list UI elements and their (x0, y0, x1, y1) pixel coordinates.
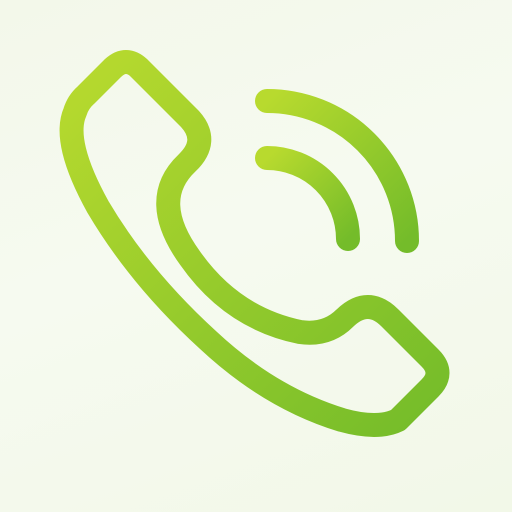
app-icon-tile (0, 0, 512, 512)
signal-wave-inner (255, 146, 360, 251)
handset-icon (59, 50, 450, 437)
phone-call-icon (59, 50, 450, 437)
